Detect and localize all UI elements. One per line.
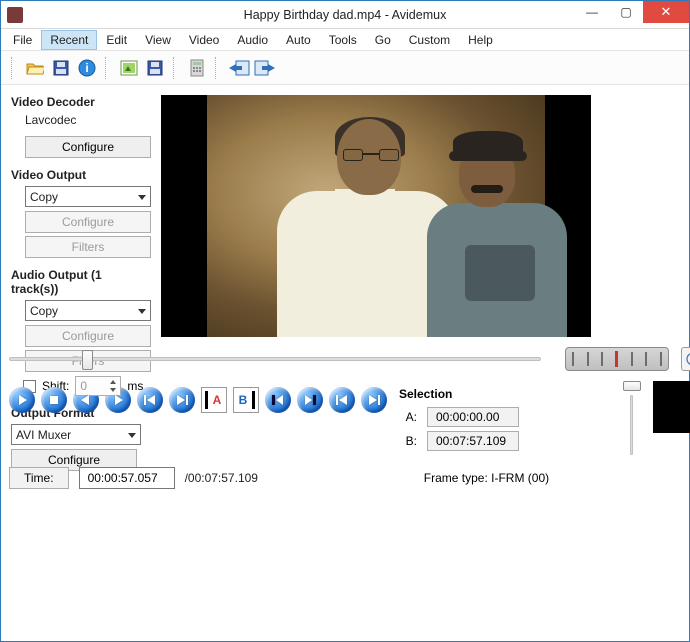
vu-meter xyxy=(653,381,690,433)
video-filters-button: Filters xyxy=(25,236,151,258)
minimize-button[interactable]: — xyxy=(575,1,609,23)
shift-spinner[interactable]: 0 xyxy=(75,376,121,396)
mark-a-button[interactable]: A xyxy=(201,387,227,413)
chevron-down-icon xyxy=(138,195,146,200)
menu-recent[interactable]: Recent xyxy=(42,31,96,49)
save-picture-icon[interactable] xyxy=(143,56,167,80)
video-configure-button: Configure xyxy=(25,211,151,233)
calculator-icon[interactable] xyxy=(185,56,209,80)
speaker-button[interactable] xyxy=(681,347,690,371)
audio-output-select[interactable]: Copy xyxy=(25,300,151,321)
video-decoder-label: Video Decoder xyxy=(11,95,151,109)
open-icon[interactable] xyxy=(23,56,47,80)
decoder-configure-button[interactable]: Configure xyxy=(25,136,151,158)
menu-go[interactable]: Go xyxy=(367,31,399,49)
seek-slider[interactable] xyxy=(9,357,541,361)
chevron-down-icon xyxy=(128,433,136,438)
audio-output-label: Audio Output (1 track(s)) xyxy=(11,268,151,296)
prev-keyframe-button[interactable] xyxy=(137,387,163,413)
arrow-out-icon[interactable] xyxy=(253,56,277,80)
save-icon[interactable] xyxy=(49,56,73,80)
close-button[interactable]: ✕ xyxy=(643,1,689,23)
menu-bar: File Recent Edit View Video Audio Auto T… xyxy=(1,29,689,51)
arrow-in-icon[interactable] xyxy=(227,56,251,80)
toolbar: i xyxy=(1,51,689,85)
next-black-button[interactable] xyxy=(297,387,323,413)
selection-a-label: A: xyxy=(399,410,417,424)
menu-edit[interactable]: Edit xyxy=(98,31,135,49)
selection-b-label: B: xyxy=(399,434,417,448)
mark-b-button[interactable]: B xyxy=(233,387,259,413)
open-picture-icon[interactable] xyxy=(117,56,141,80)
first-frame-button[interactable] xyxy=(329,387,355,413)
frame-type-label: Frame type: I-FRM (00) xyxy=(424,471,549,485)
selection-b-value: 00:07:57.109 xyxy=(427,431,519,451)
seek-thumb[interactable] xyxy=(82,350,93,370)
playback-controls: A B xyxy=(9,387,387,413)
decoder-name: Lavcodec xyxy=(11,113,151,133)
menu-video[interactable]: Video xyxy=(181,31,227,49)
last-frame-button[interactable] xyxy=(361,387,387,413)
output-format-select[interactable]: AVI Muxer xyxy=(11,424,141,445)
maximize-button[interactable]: ▢ xyxy=(609,1,643,23)
prev-black-button[interactable] xyxy=(265,387,291,413)
video-output-label: Video Output xyxy=(11,168,151,182)
svg-text:i: i xyxy=(85,61,88,75)
play-button[interactable] xyxy=(9,387,35,413)
menu-audio[interactable]: Audio xyxy=(229,31,276,49)
jog-wheel[interactable] xyxy=(565,347,669,371)
selection-title: Selection xyxy=(399,387,609,401)
video-preview xyxy=(161,95,591,337)
menu-custom[interactable]: Custom xyxy=(401,31,458,49)
menu-help[interactable]: Help xyxy=(460,31,501,49)
volume-thumb[interactable] xyxy=(623,381,641,391)
chevron-down-icon xyxy=(138,309,146,314)
video-output-select[interactable]: Copy xyxy=(25,186,151,207)
audio-configure-button: Configure xyxy=(25,325,151,347)
volume-slider[interactable] xyxy=(621,381,641,455)
app-window: Happy Birthday dad.mp4 - Avidemux — ▢ ✕ … xyxy=(0,0,690,642)
menu-file[interactable]: File xyxy=(5,31,40,49)
time-input[interactable]: 00:00:57.057 xyxy=(79,467,175,489)
menu-tools[interactable]: Tools xyxy=(321,31,365,49)
stop-button[interactable] xyxy=(41,387,67,413)
info-icon[interactable]: i xyxy=(75,56,99,80)
app-icon xyxy=(7,7,23,23)
duration-label: /00:07:57.109 xyxy=(185,471,258,485)
title-bar: Happy Birthday dad.mp4 - Avidemux — ▢ ✕ xyxy=(1,1,689,29)
menu-auto[interactable]: Auto xyxy=(278,31,319,49)
menu-view[interactable]: View xyxy=(137,31,179,49)
next-keyframe-button[interactable] xyxy=(169,387,195,413)
selection-a-value: 00:00:00.00 xyxy=(427,407,519,427)
time-label: Time: xyxy=(9,467,69,489)
